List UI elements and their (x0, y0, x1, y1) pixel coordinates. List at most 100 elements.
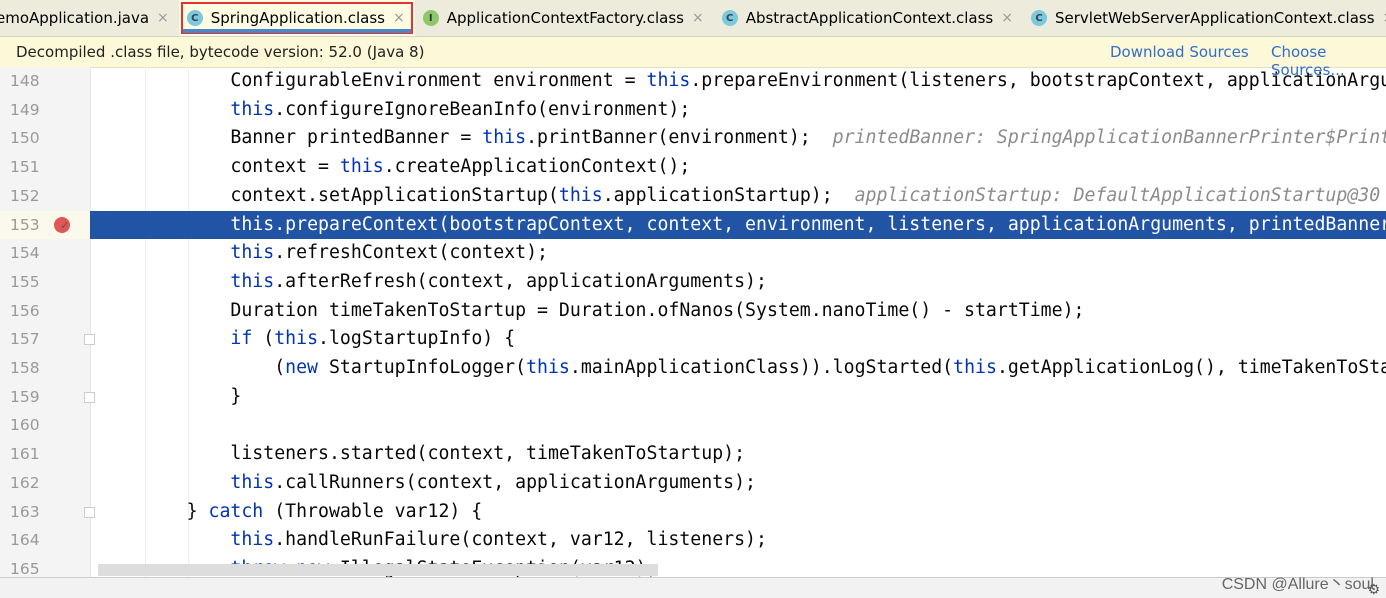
fold-icon[interactable] (84, 506, 95, 518)
code-token: context.setApplicationStartup( (99, 184, 559, 206)
code-line[interactable]: 158 (new StartupInfoLogger(this.mainAppl… (0, 354, 1386, 383)
code-line[interactable]: 153 this.prepareContext(bootstrapContext… (0, 210, 1386, 240)
code-line[interactable]: 155 this.afterRefresh(context, applicati… (0, 268, 1386, 297)
line-number: 161 (10, 445, 40, 464)
line-number: 158 (10, 359, 40, 377)
code-token: ( (99, 357, 286, 378)
code-token: ( (252, 328, 275, 350)
code-editor[interactable]: 148 ConfigurableEnvironment environment … (0, 67, 1386, 577)
code-line[interactable]: 154 this.refreshContext(context); (0, 239, 1386, 268)
code-token: .createApplicationContext(); (383, 156, 691, 178)
tab-4[interactable]: C ServletWebServerApplicationContext.clas… (1023, 0, 1386, 36)
class-icon: C (1030, 10, 1047, 26)
close-tab-icon[interactable]: × (1383, 10, 1386, 26)
line-number: 153 (10, 215, 40, 234)
code-line[interactable]: 161 listeners.started(context, timeTaken… (0, 440, 1386, 469)
inline-hint: applicationStartup: DefaultApplicationSt… (854, 184, 1381, 206)
status-bar (0, 577, 1386, 598)
tab-label: ServletWebServerApplicationContext.class (1054, 9, 1375, 27)
code-line[interactable]: 152 context.setApplicationStartup(this.a… (0, 182, 1386, 211)
code-token: this (230, 98, 275, 120)
code-token: Duration timeTakenToStartup = Duration.o… (99, 299, 1085, 321)
gear-icon[interactable]: ⚙ (1367, 582, 1380, 598)
tab-label: ApplicationContextFactory.class (446, 9, 684, 27)
code-line[interactable]: 157 if (this.logStartupInfo) { (0, 325, 1386, 354)
breakpoint-icon[interactable] (54, 211, 70, 239)
banner-message: Decompiled .class file, bytecode version… (16, 43, 425, 61)
tab-label: SpringApplication.class (210, 9, 385, 27)
code-token: this (230, 242, 275, 264)
code-text: } (99, 383, 241, 412)
code-token: .prepareContext(bootstrapContext, contex… (274, 213, 1386, 235)
line-number: 164 (10, 531, 40, 550)
line-number: 157 (10, 330, 40, 349)
tab-0[interactable]: emoApplication.java × (0, 0, 179, 36)
code-token: this (482, 127, 527, 149)
code-text: context = this.createApplicationContext(… (99, 153, 690, 182)
code-token: .printBanner(environment); (526, 127, 833, 149)
code-token: .prepareEnvironment(listeners, bootstrap… (690, 70, 1386, 91)
tab-1[interactable]: C SpringApplication.class × (178, 0, 415, 36)
line-number: 160 (10, 416, 40, 435)
code-token: context = (99, 156, 340, 178)
code-token: .applicationStartup); (602, 184, 855, 206)
code-line[interactable]: 159 } (0, 383, 1386, 412)
code-token: ConfigurableEnvironment environment = (99, 70, 647, 91)
code-token: } (99, 500, 209, 522)
code-line[interactable]: 156 Duration timeTakenToStartup = Durati… (0, 297, 1386, 326)
code-text: (new StartupInfoLogger(this.mainApplicat… (99, 354, 1386, 383)
close-tab-icon[interactable]: × (393, 10, 405, 26)
tab-3[interactable]: C AbstractApplicationContext.class × (714, 0, 1023, 36)
code-text: if (this.logStartupInfo) { (99, 325, 515, 354)
download-sources-link[interactable]: Download Sources (1110, 43, 1249, 61)
interface-icon: I (422, 10, 439, 26)
fold-icon[interactable] (84, 334, 95, 346)
code-token: this (230, 270, 275, 292)
close-tab-icon[interactable]: × (1001, 10, 1013, 26)
code-token: this (646, 70, 691, 91)
horizontal-scrollbar[interactable] (98, 564, 658, 576)
code-line[interactable]: 151 context = this.createApplicationCont… (0, 153, 1386, 182)
line-number: 148 (10, 72, 40, 90)
line-number: 150 (10, 129, 40, 148)
code-token: this (230, 471, 275, 493)
line-number: 154 (10, 244, 40, 263)
code-token: this (230, 213, 275, 235)
code-line[interactable]: 160 (0, 411, 1386, 440)
code-text: this.prepareContext(bootstrapContext, co… (99, 211, 1386, 240)
line-number: 163 (10, 502, 40, 521)
tab-2[interactable]: I ApplicationContextFactory.class × (415, 0, 714, 36)
code-token: this (339, 156, 384, 178)
code-token: this (953, 357, 997, 378)
inline-hint: printedBanner: SpringApplicationBannerPr… (832, 127, 1386, 149)
code-text: } catch (Throwable var12) { (99, 498, 483, 527)
code-token: .refreshContext(context); (274, 242, 548, 264)
line-number: 159 (10, 387, 40, 406)
line-number: 165 (10, 559, 40, 577)
code-line[interactable]: 149 this.configureIgnoreBeanInfo(environ… (0, 96, 1386, 125)
code-line[interactable]: 148 ConfigurableEnvironment environment … (0, 67, 1386, 96)
code-line[interactable]: 150 Banner printedBanner = this.printBan… (0, 124, 1386, 153)
code-token: .callRunners(context, applicationArgumen… (274, 471, 757, 493)
code-line[interactable]: 164 this.handleRunFailure(context, var12… (0, 526, 1386, 555)
code-line[interactable]: 163 } catch (Throwable var12) { (0, 498, 1386, 527)
code-text: Duration timeTakenToStartup = Duration.o… (99, 297, 1084, 326)
close-tab-icon[interactable]: × (692, 10, 704, 26)
code-line[interactable]: 162 this.callRunners(context, applicatio… (0, 469, 1386, 498)
watermark: CSDN @Allure丶soul (1221, 576, 1374, 593)
close-tab-icon[interactable]: × (157, 10, 169, 26)
code-token: .mainApplicationClass)).logStarted( (569, 357, 954, 378)
code-token: this (526, 357, 570, 378)
code-token: StartupInfoLogger( (318, 357, 527, 378)
code-token: this (558, 184, 603, 206)
fold-icon[interactable] (84, 391, 95, 403)
line-number: 156 (10, 301, 40, 320)
code-token: .configureIgnoreBeanInfo(environment); (274, 98, 691, 120)
code-token: (Throwable var12) { (263, 500, 483, 522)
